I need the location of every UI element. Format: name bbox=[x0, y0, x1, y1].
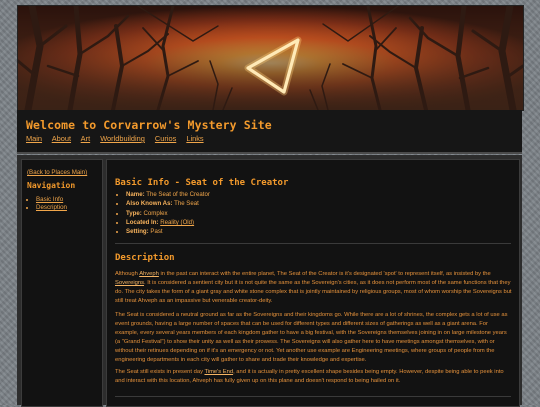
info-label: Type: bbox=[126, 209, 142, 217]
info-item-aka: Also Known As: The Seat bbox=[126, 199, 210, 208]
info-list: Name: The Seat of the Creator Also Known… bbox=[115, 190, 210, 236]
nav-link-main[interactable]: Main bbox=[26, 134, 42, 143]
info-value: The Seat bbox=[174, 200, 199, 208]
description-paragraph-1: Although Ahveph in the past can interact… bbox=[115, 270, 513, 306]
nav-link-links[interactable]: Links bbox=[186, 134, 203, 143]
description-heading: Description bbox=[115, 253, 175, 263]
info-item-type: Type: Complex bbox=[126, 209, 210, 218]
info-label: Also Known As: bbox=[126, 200, 173, 208]
text-run: in the past can interact with the entire… bbox=[158, 271, 491, 277]
section-divider bbox=[115, 396, 511, 397]
sidebar-nav-list: Basic Info Description bbox=[27, 196, 67, 212]
back-to-places-link[interactable]: (Back to Places Main) bbox=[27, 169, 87, 176]
basic-info-heading: Basic Info - Seat of the Creator bbox=[115, 178, 289, 188]
info-value: Complex bbox=[143, 209, 168, 217]
page-body: (Back to Places Main) Navigation Basic I… bbox=[17, 155, 522, 407]
site-title: Welcome to Corvarrow's Mystery Site bbox=[26, 118, 272, 132]
sidebar: (Back to Places Main) Navigation Basic I… bbox=[21, 159, 103, 407]
nav-link-art[interactable]: Art bbox=[81, 134, 90, 143]
text-run: Although bbox=[115, 271, 140, 277]
sidebar-heading: Navigation bbox=[27, 181, 76, 190]
info-item-setting: Setting: Past bbox=[126, 227, 210, 236]
sidebar-item-description: Description bbox=[36, 204, 67, 212]
header-banner-image bbox=[17, 5, 524, 111]
nav-link-about[interactable]: About bbox=[52, 134, 71, 143]
description-paragraph-2: The Seat is considered a neutral ground … bbox=[115, 312, 508, 363]
info-label: Setting: bbox=[126, 228, 149, 236]
nav-link-curios[interactable]: Curios bbox=[155, 134, 176, 143]
sidebar-link-description[interactable]: Description bbox=[36, 204, 67, 211]
text-run: . It is considered a sentient city but i… bbox=[115, 280, 512, 304]
sidebar-item-basic-info: Basic Info bbox=[36, 196, 67, 204]
description-paragraph-3: The Seat still exists in present day Tim… bbox=[115, 368, 513, 386]
nav-link-worldbuilding[interactable]: Worldbuilding bbox=[100, 134, 145, 143]
times-end-link[interactable]: Time's End bbox=[204, 369, 233, 375]
top-nav: Main About Art Worldbuilding Curios Link… bbox=[26, 134, 212, 143]
info-label: Located In: bbox=[126, 218, 159, 226]
reality-old-link[interactable]: Reality (Old) bbox=[160, 219, 194, 226]
sovereigns-link[interactable]: Sovereigns bbox=[115, 280, 144, 286]
info-value: Past bbox=[150, 228, 163, 236]
section-divider bbox=[115, 243, 511, 244]
text-run: The Seat still exists in present day bbox=[115, 369, 205, 375]
info-item-location: Located In: Reality (Old) bbox=[126, 218, 210, 227]
main-content: Basic Info - Seat of the Creator Name: T… bbox=[106, 159, 520, 407]
sidebar-link-basic-info[interactable]: Basic Info bbox=[36, 196, 63, 203]
info-label: Name: bbox=[126, 191, 145, 198]
info-item-name: Name: The Seat of the Creator bbox=[126, 190, 210, 199]
site-header: Welcome to Corvarrow's Mystery Site Main… bbox=[17, 110, 522, 154]
info-value: The Seat of the Creator bbox=[146, 191, 210, 198]
ahveph-link[interactable]: Ahveph bbox=[139, 271, 159, 277]
